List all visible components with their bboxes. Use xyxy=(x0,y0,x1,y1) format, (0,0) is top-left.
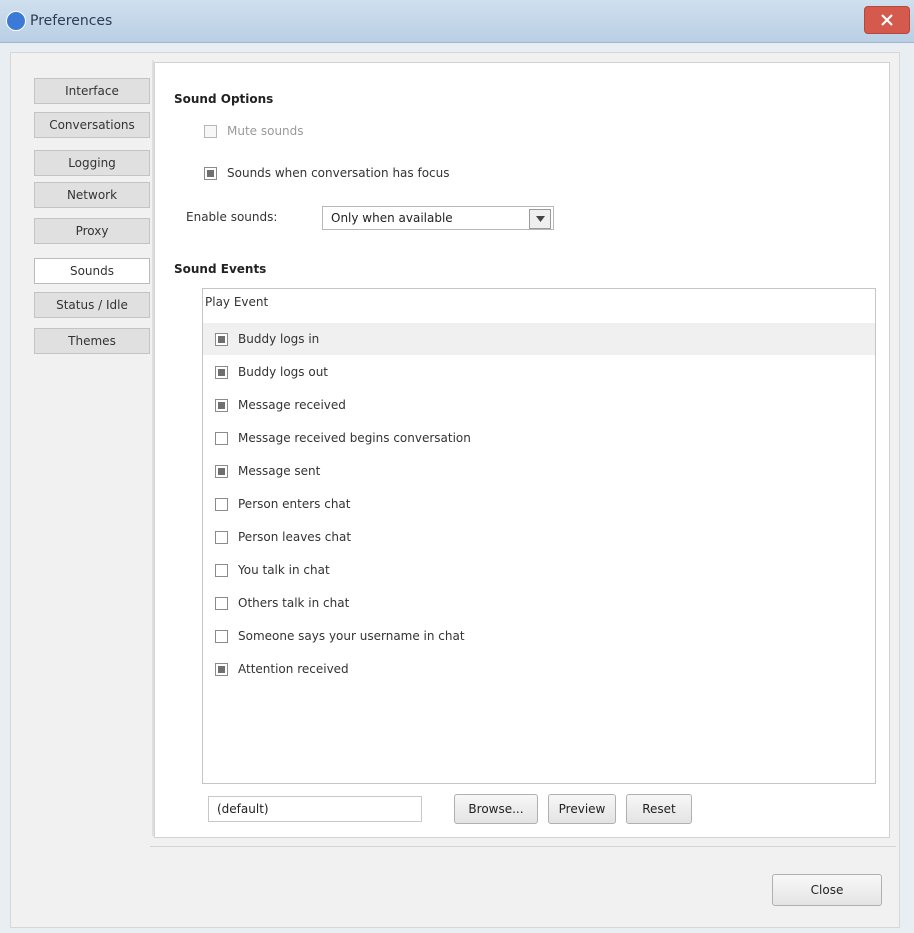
event-label: Buddy logs out xyxy=(238,365,328,379)
focus-sounds-option[interactable]: Sounds when conversation has focus xyxy=(204,166,450,180)
event-label: Message sent xyxy=(238,464,321,478)
event-play-checkbox[interactable] xyxy=(215,497,228,511)
event-play-checkbox[interactable] xyxy=(215,563,228,577)
reset-button[interactable]: Reset xyxy=(626,794,692,824)
event-play-checkbox[interactable] xyxy=(215,365,228,379)
close-button[interactable]: Close xyxy=(772,874,882,906)
mute-sounds-label: Mute sounds xyxy=(227,124,304,138)
event-label: Others talk in chat xyxy=(238,596,350,610)
dropdown-arrow-icon[interactable] xyxy=(529,209,551,229)
preview-button[interactable]: Preview xyxy=(548,794,616,824)
event-row[interactable]: Buddy logs in xyxy=(203,323,875,355)
tab-sounds[interactable]: Sounds xyxy=(34,258,150,284)
tab-themes[interactable]: Themes xyxy=(34,328,150,354)
sound-options-heading: Sound Options xyxy=(174,92,274,106)
tab-proxy[interactable]: Proxy xyxy=(34,218,150,244)
sound-events-heading: Sound Events xyxy=(174,262,267,276)
event-row[interactable]: Buddy logs out xyxy=(203,356,875,388)
event-label: Someone says your username in chat xyxy=(238,629,465,643)
event-label: Buddy logs in xyxy=(238,332,320,346)
tab-logging[interactable]: Logging xyxy=(34,150,150,176)
mute-sounds-option[interactable]: Mute sounds xyxy=(204,124,304,138)
tab-interface[interactable]: Interface xyxy=(34,78,150,104)
event-play-checkbox[interactable] xyxy=(215,464,228,478)
enable-sounds-select[interactable]: Only when available xyxy=(322,206,554,230)
tab-conversations[interactable]: Conversations xyxy=(34,112,150,138)
browse-button[interactable]: Browse... xyxy=(454,794,538,824)
event-label: Person leaves chat xyxy=(238,530,352,544)
sound-file-value: (default) xyxy=(217,802,269,816)
focus-sounds-label: Sounds when conversation has focus xyxy=(227,166,450,180)
event-play-checkbox[interactable] xyxy=(215,662,228,676)
event-row[interactable]: Message sent xyxy=(203,455,875,487)
event-label: Message received xyxy=(238,398,346,412)
enable-sounds-label: Enable sounds: xyxy=(186,210,278,224)
event-row[interactable]: Someone says your username in chat xyxy=(203,620,875,652)
event-label: You talk in chat xyxy=(238,563,330,577)
footer-divider xyxy=(150,846,896,847)
event-play-checkbox[interactable] xyxy=(215,398,228,412)
sound-events-list[interactable]: Play Event Buddy logs in Buddy logs out Me… xyxy=(202,288,876,784)
list-column-header: Play Event xyxy=(205,295,269,309)
event-play-checkbox[interactable] xyxy=(215,530,228,544)
sound-file-field[interactable]: (default) xyxy=(208,796,422,822)
event-play-checkbox[interactable] xyxy=(215,431,228,445)
event-label: Message received begins conversation xyxy=(238,431,471,445)
event-label: Person enters chat xyxy=(238,497,351,511)
title-bar: Preferences xyxy=(0,0,914,43)
close-icon xyxy=(881,14,893,26)
enable-sounds-value: Only when available xyxy=(331,211,453,225)
app-icon xyxy=(6,11,26,31)
window-title: Preferences xyxy=(30,13,113,29)
tab-network[interactable]: Network xyxy=(34,182,150,208)
event-row[interactable]: Person leaves chat xyxy=(203,521,875,553)
event-row[interactable]: Message received xyxy=(203,389,875,421)
sound-file-row: (default) Browse... Preview Reset xyxy=(202,792,876,826)
tab-status-idle[interactable]: Status / Idle xyxy=(34,292,150,318)
focus-sounds-checkbox[interactable] xyxy=(204,166,217,180)
event-play-checkbox[interactable] xyxy=(215,596,228,610)
event-play-checkbox[interactable] xyxy=(215,629,228,643)
event-row[interactable]: Message received begins conversation xyxy=(203,422,875,454)
window-close-button[interactable] xyxy=(864,6,910,34)
event-label: Attention received xyxy=(238,662,349,676)
event-row[interactable]: Person enters chat xyxy=(203,488,875,520)
mute-sounds-checkbox[interactable] xyxy=(204,124,217,138)
category-tabs: Interface Conversations Logging Network Prox… xyxy=(24,60,152,370)
preferences-window: Preferences Interface Conversations Loggin… xyxy=(0,0,914,933)
event-row[interactable]: Others talk in chat xyxy=(203,587,875,619)
event-row[interactable]: Attention received xyxy=(203,653,875,685)
event-row[interactable]: You talk in chat xyxy=(203,554,875,586)
event-play-checkbox[interactable] xyxy=(215,332,228,346)
